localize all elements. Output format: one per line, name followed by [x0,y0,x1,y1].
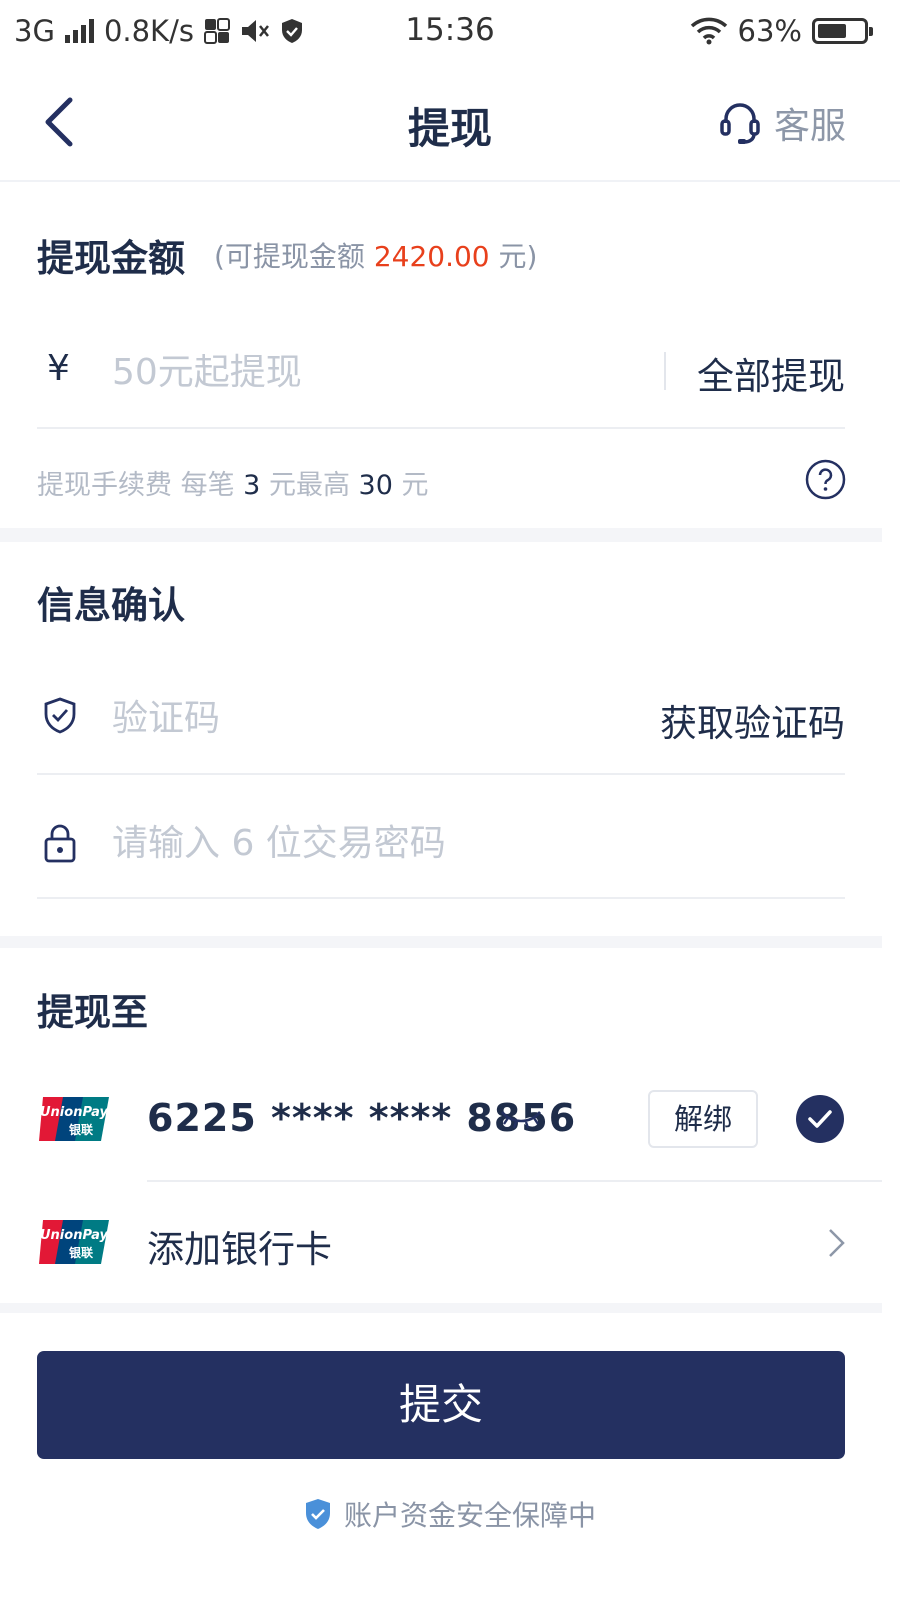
amount-input[interactable] [112,340,632,404]
safety-note-text: 账户资金安全保障中 [343,1499,596,1532]
withdraw-all-button[interactable]: 全部提现 [697,346,845,400]
unionpay-logo: UnionPay 银联 [39,1097,109,1141]
wifi-icon [690,17,727,45]
trade-password-input[interactable] [112,811,812,875]
verification-code-input[interactable] [112,686,612,750]
status-right: 63% [690,14,873,48]
headset-icon [720,103,760,144]
target-section-title: 提现至 [37,991,148,1034]
battery-percent: 63% [737,14,802,48]
svg-text:UnionPay: UnionPay [40,1228,109,1243]
help-icon[interactable] [805,459,846,500]
amount-section-title: 提现金额 [37,237,185,280]
amount-divider [37,427,845,429]
currency-symbol: ¥ [47,348,70,389]
customer-service-button[interactable]: 客服 [720,97,846,149]
svg-text:银联: 银联 [69,1245,93,1260]
section-gap-2 [0,936,882,948]
customer-service-label: 客服 [773,106,846,147]
confirm-section-title: 信息确认 [37,584,185,627]
available-amount: 2420.00 [373,240,490,273]
section-gap [0,528,882,542]
lock-icon [44,824,76,863]
available-amount-note: (可提现金额 2420.00 元) [214,235,537,275]
eye-closed-icon[interactable] [500,1107,542,1131]
unionpay-logo-add: UnionPay 银联 [39,1220,109,1264]
card-divider [147,1180,882,1182]
input-separator [664,352,666,390]
fee-max: 30 [358,470,393,501]
shield-icon [305,1499,330,1529]
unbind-button[interactable]: 解绑 [648,1090,758,1148]
get-code-button[interactable]: 获取验证码 [660,693,845,747]
available-suffix: 元) [489,240,538,273]
password-divider [37,897,845,899]
safety-note: 账户资金安全保障中 [0,1494,900,1534]
fee-suffix: 元 [392,470,429,501]
submit-button[interactable]: 提交 [37,1351,845,1459]
svg-text:UnionPay: UnionPay [40,1105,109,1120]
fee-label: 提现手续费 每笔 [37,470,244,501]
code-divider [37,773,845,775]
fee-per: 3 [243,470,261,501]
selected-check-icon[interactable] [796,1095,844,1143]
fee-note: 提现手续费 每笔 3 元最高 30 元 [37,463,428,502]
fee-mid: 元最高 [260,470,359,501]
svg-text:银联: 银联 [69,1122,93,1137]
shield-check-icon [44,697,76,734]
section-gap-3 [0,1303,882,1313]
nav-bar: 提现 客服 [0,62,900,182]
battery-icon [812,18,873,44]
status-bar: 3G 0.8K/s 15:36 63% [0,0,900,62]
chevron-right-icon [829,1229,845,1257]
battery-level [818,24,846,38]
available-prefix: (可提现金额 [214,240,374,273]
add-bank-card-button[interactable]: 添加银行卡 [147,1219,332,1273]
